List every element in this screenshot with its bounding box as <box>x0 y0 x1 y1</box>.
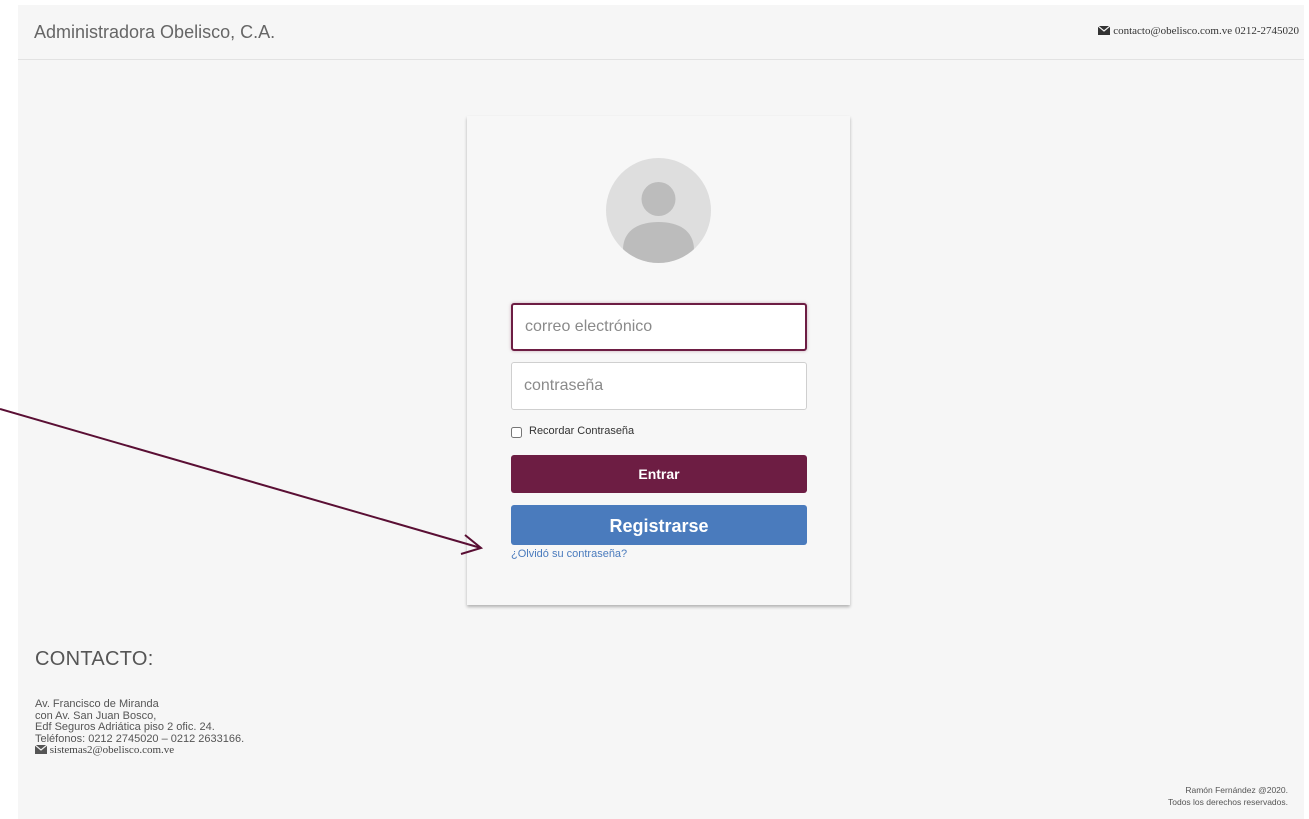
contact-email: sistemas2@obelisco.com.ve <box>34 744 244 758</box>
footer-rights: Todos los derechos reservados. <box>1167 797 1288 807</box>
envelope-icon <box>34 744 48 758</box>
contact-title: CONTACTO: <box>35 648 154 670</box>
address-line: Edf Seguros Adriática piso 2 ofic. 24. <box>35 721 215 733</box>
contact-email-text[interactable]: sistemas2@obelisco.com.ve <box>50 744 174 756</box>
footer-author: Ramón Fernández @2020. <box>1185 785 1288 795</box>
footer-credits: Ramón Fernández @2020. Todos los derecho… <box>1168 784 1288 808</box>
annotation-arrow <box>0 408 484 555</box>
address-line: Av. Francisco de Miranda <box>35 698 159 710</box>
contact-address: Av. Francisco de Miranda con Av. San Jua… <box>34 698 244 758</box>
